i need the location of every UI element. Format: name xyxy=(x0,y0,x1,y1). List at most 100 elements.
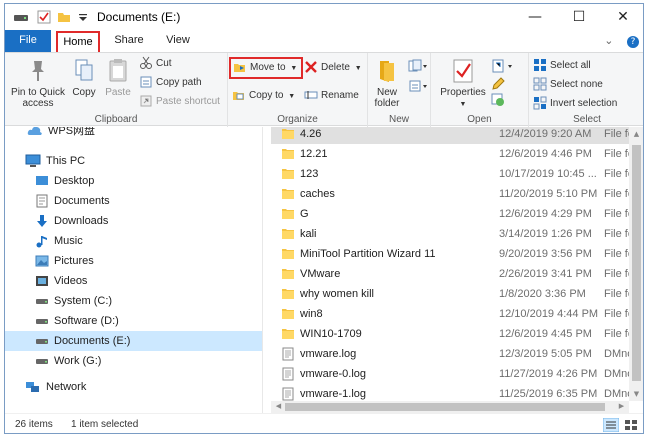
easy-access-icon[interactable] xyxy=(408,79,428,93)
large-icons-view-icon[interactable] xyxy=(623,418,639,432)
file-row[interactable]: vmware-1.log 11/25/2019 6:35 PM DMnot xyxy=(271,384,629,401)
help-button[interactable]: ? xyxy=(627,36,639,48)
select-none-button[interactable]: Select none xyxy=(533,76,603,94)
copy-to-button[interactable]: Copy to ▼ xyxy=(232,87,295,105)
file-date: 12/6/2019 4:45 PM xyxy=(499,328,592,340)
select-all-label: Select all xyxy=(550,60,591,71)
new-folder-icon[interactable] xyxy=(57,10,71,24)
details-view-icon[interactable] xyxy=(603,418,619,432)
file-row[interactable]: 123 10/17/2019 10:45 ... File fol xyxy=(271,164,629,184)
tab-share[interactable]: Share xyxy=(106,30,152,52)
nav-label: System (C:) xyxy=(54,295,113,307)
scroll-up-icon[interactable]: ▲ xyxy=(629,127,643,141)
pin-to-quick-access-button[interactable]: Pin to Quick access xyxy=(9,57,67,109)
move-to-label: Move to xyxy=(250,62,286,73)
file-row[interactable]: caches 11/20/2019 5:10 PM File fol xyxy=(271,184,629,204)
status-bar: 26 items 1 item selected xyxy=(5,413,643,433)
file-row[interactable]: G 12/6/2019 4:29 PM File fol xyxy=(271,204,629,224)
new-item-icon[interactable] xyxy=(408,59,428,73)
vertical-scrollbar[interactable]: ▲ ▼ xyxy=(629,127,643,401)
ribbon-controls: ⌄ ? xyxy=(604,34,639,48)
tab-home[interactable]: Home xyxy=(56,31,100,52)
nav-item-downloads[interactable]: Downloads xyxy=(5,211,262,231)
copy-path-button[interactable]: Copy path xyxy=(139,74,202,92)
collapse-ribbon-icon[interactable]: ⌄ xyxy=(604,34,613,47)
close-button[interactable]: ✕ xyxy=(601,4,643,30)
file-name: vmware.log xyxy=(300,348,357,360)
nav-item-pictures[interactable]: Pictures xyxy=(5,251,262,271)
cut-button[interactable]: Cut xyxy=(139,55,172,73)
file-row[interactable]: VMware 2/26/2019 3:41 PM File fol xyxy=(271,264,629,284)
folder-icon xyxy=(282,169,294,179)
nav-item-desktop[interactable]: Desktop xyxy=(5,171,262,191)
horizontal-scroll-thumb[interactable] xyxy=(285,403,605,411)
tab-view[interactable]: View xyxy=(157,30,199,52)
file-row[interactable]: WIN10-1709 12/6/2019 4:45 PM File fol xyxy=(271,324,629,344)
file-row[interactable]: vmware.log 12/3/2019 5:05 PM DMnot xyxy=(271,344,629,364)
select-all-button[interactable]: Select all xyxy=(533,57,591,75)
nav-item-videos[interactable]: Videos xyxy=(5,271,262,291)
navigation-pane: WPS网盘 This PC Desktop Documents Download… xyxy=(5,127,263,413)
explorer-window: Documents (E:) — ☐ ✕ File Home Share Vie… xyxy=(4,3,644,434)
nav-item-documents-e[interactable]: Documents (E:) xyxy=(5,331,262,351)
vertical-scroll-thumb[interactable] xyxy=(632,145,641,381)
history-icon[interactable] xyxy=(491,93,505,107)
scroll-left-icon[interactable]: ◀ xyxy=(271,400,286,412)
invert-selection-button[interactable]: Invert selection xyxy=(533,95,617,113)
delete-button[interactable]: Delete ▼ xyxy=(304,59,362,77)
copy-to-dropdown-icon: ▼ xyxy=(288,93,296,100)
nav-item-wps-cloud[interactable]: WPS网盘 xyxy=(5,127,262,141)
file-type: DMnot xyxy=(604,388,629,400)
delete-dropdown-icon: ▼ xyxy=(354,65,362,72)
new-folder-line2: folder xyxy=(374,98,400,109)
customize-toolbar-icon[interactable] xyxy=(77,10,89,24)
file-row[interactable]: MiniTool Partition Wizard 11 9/20/2019 3:… xyxy=(271,244,629,264)
copy-path-icon xyxy=(140,76,152,88)
nav-label: Videos xyxy=(54,275,88,287)
nav-item-network[interactable]: Network xyxy=(5,377,262,397)
file-row[interactable]: vmware-0.log 11/27/2019 4:26 PM DMnot xyxy=(271,364,629,384)
downloads-icon xyxy=(37,215,47,228)
file-row[interactable]: why women kill 1/8/2020 3:36 PM File fol xyxy=(271,284,629,304)
file-row[interactable]: kali 3/14/2019 1:26 PM File fol xyxy=(271,224,629,244)
new-folder-button[interactable]: New folder xyxy=(370,57,404,109)
horizontal-scrollbar[interactable]: ◀ ▶ xyxy=(271,401,629,413)
properties-icon[interactable] xyxy=(37,10,51,24)
nav-label: This PC xyxy=(46,155,86,167)
rename-button[interactable]: Rename xyxy=(304,87,359,105)
paste-shortcut-button[interactable]: Paste shortcut xyxy=(139,93,220,111)
minimize-button[interactable]: — xyxy=(513,4,557,30)
edit-icon[interactable] xyxy=(491,77,505,91)
open-icon[interactable] xyxy=(491,59,515,73)
move-to-button[interactable]: Move to ▼ xyxy=(229,57,304,79)
nav-item-this-pc[interactable]: This PC xyxy=(5,151,262,171)
tab-file[interactable]: File xyxy=(5,30,51,52)
scroll-right-icon[interactable]: ▶ xyxy=(614,400,629,412)
nav-item-work-g[interactable]: Work (G:) xyxy=(5,351,262,371)
rename-label: Rename xyxy=(321,90,359,101)
nav-item-music[interactable]: Music xyxy=(5,231,262,251)
file-row[interactable]: 4.26 12/4/2019 9:20 AM File fol xyxy=(271,127,629,144)
paste-icon xyxy=(109,59,127,82)
paste-button[interactable]: Paste xyxy=(103,57,133,98)
nav-item-software-d[interactable]: Software (D:) xyxy=(5,311,262,331)
network-icon xyxy=(26,382,39,393)
maximize-button[interactable]: ☐ xyxy=(557,4,601,30)
nav-label: WPS网盘 xyxy=(48,127,96,137)
copy-button[interactable]: Copy xyxy=(69,57,99,98)
select-none-icon xyxy=(533,77,547,91)
file-row[interactable]: 12.21 12/6/2019 4:46 PM File fol xyxy=(271,144,629,164)
folder-icon xyxy=(282,149,294,159)
paste-shortcut-icon xyxy=(140,95,152,107)
folder-icon xyxy=(282,229,294,239)
file-name: VMware xyxy=(300,268,341,280)
drive-icon[interactable] xyxy=(13,10,29,24)
file-name: vmware-0.log xyxy=(300,368,367,380)
nav-item-system-c[interactable]: System (C:) xyxy=(5,291,262,311)
select-all-icon xyxy=(534,59,546,72)
nav-item-documents[interactable]: Documents xyxy=(5,191,262,211)
file-row[interactable]: win8 12/10/2019 4:44 PM File fol xyxy=(271,304,629,324)
file-name: why women kill xyxy=(300,288,374,300)
scroll-down-icon[interactable]: ▼ xyxy=(629,387,643,401)
properties-button[interactable]: Properties ▼ xyxy=(439,57,487,110)
